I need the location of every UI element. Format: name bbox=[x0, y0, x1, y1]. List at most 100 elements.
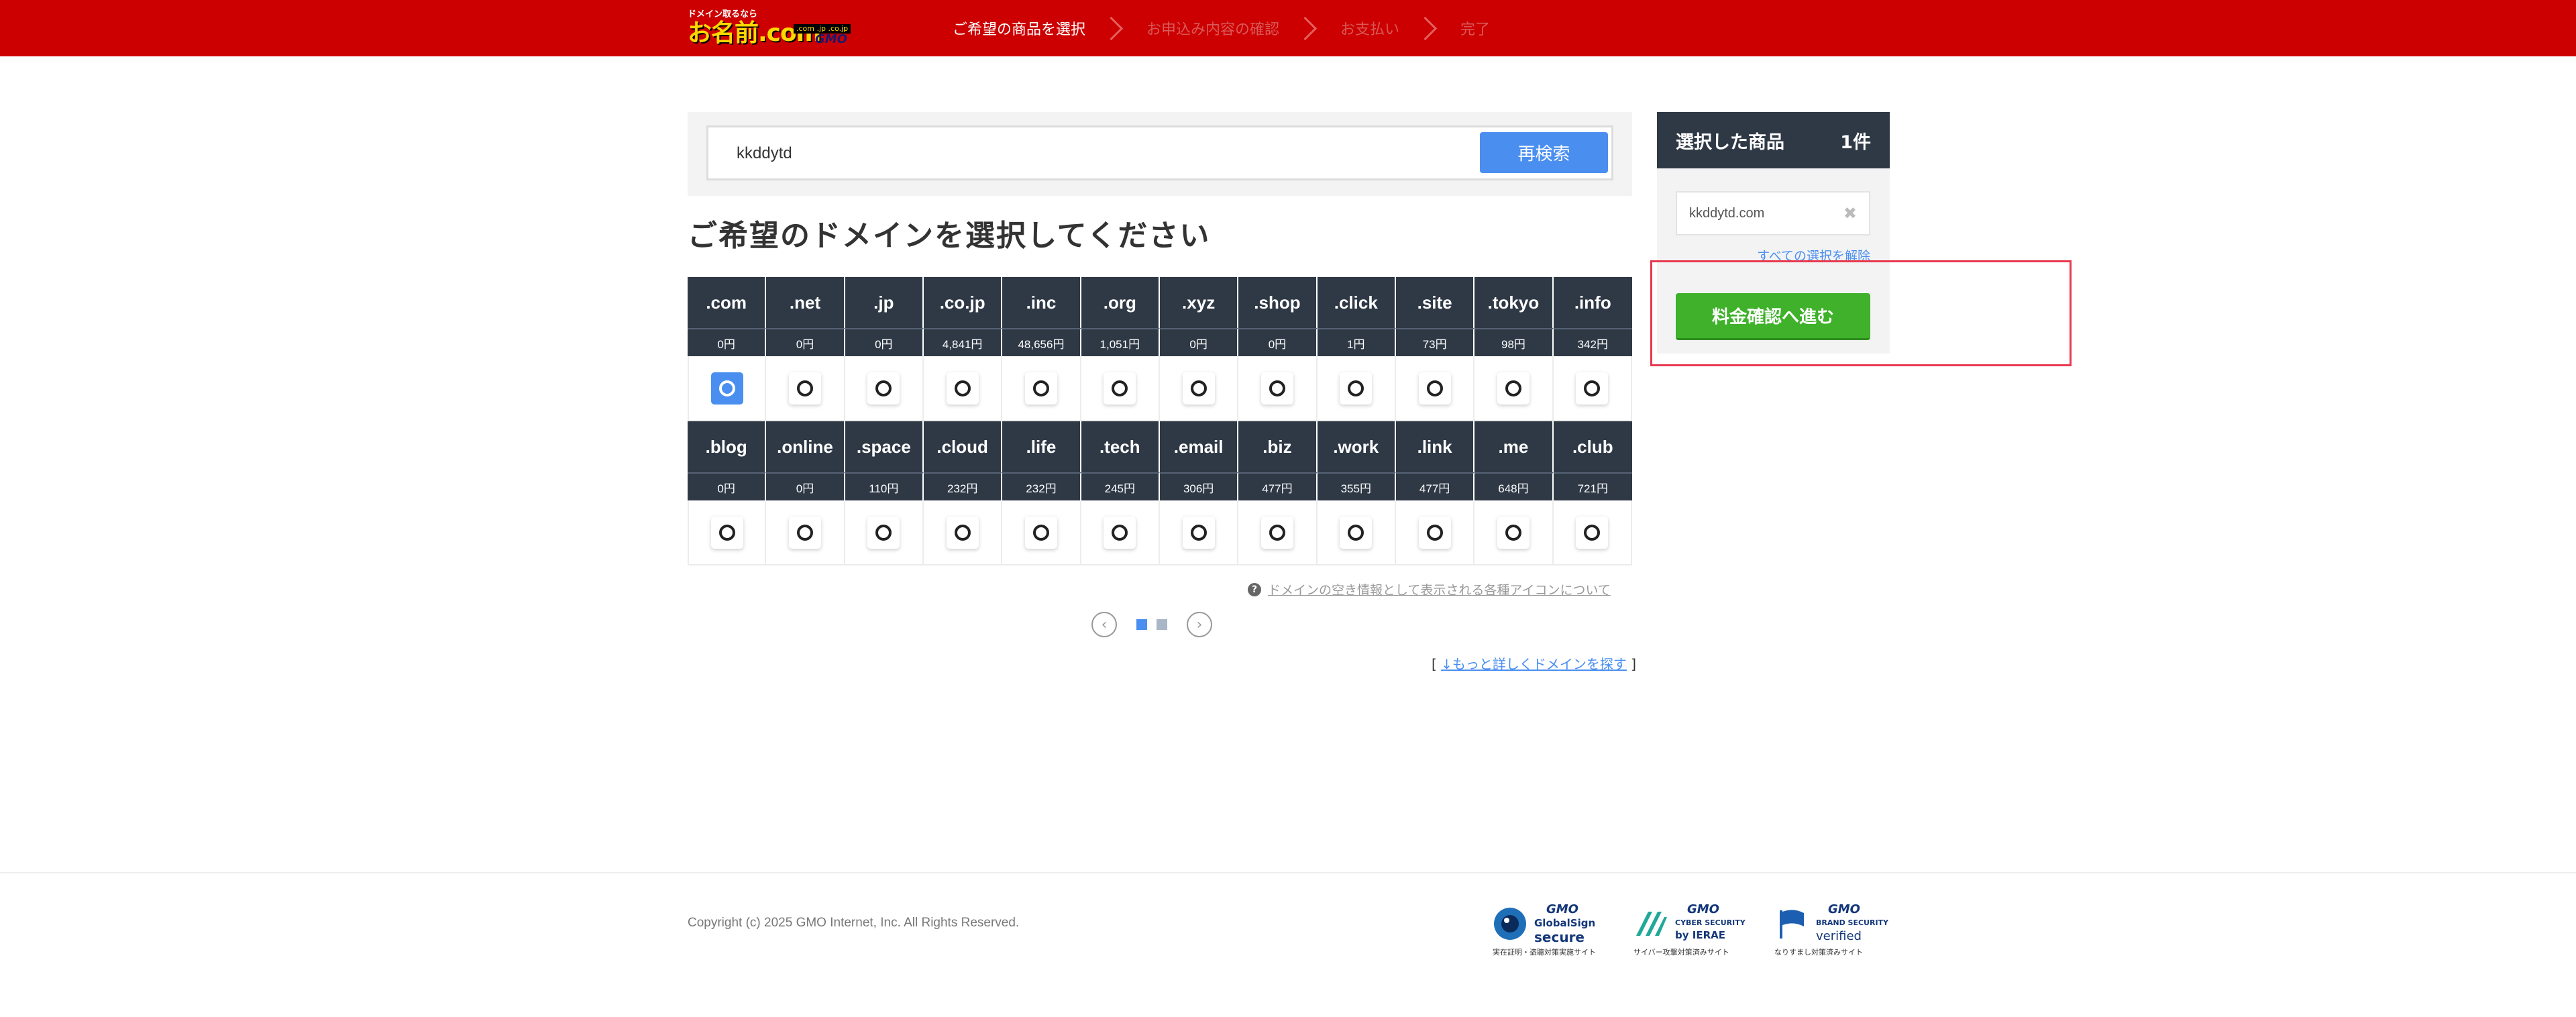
available-circle-icon bbox=[875, 380, 892, 396]
tld-price: 48,656円 bbox=[1002, 328, 1081, 356]
cyber-security-badge[interactable]: GMO CYBER SECURITY by IERAE サイバー攻撃対策済みサイ… bbox=[1633, 902, 1754, 960]
tld-select-checkbox[interactable] bbox=[1340, 516, 1373, 549]
badge-line2: by IERAE bbox=[1675, 929, 1725, 941]
tld-pager: ‹ › bbox=[1091, 612, 1212, 637]
badge-caption: サイバー攻撃対策済みサイト bbox=[1633, 948, 1729, 957]
available-circle-icon bbox=[875, 524, 892, 541]
tld-select-checkbox[interactable] bbox=[1576, 516, 1609, 549]
help-link-text: ドメインの空き情報として表示される各種アイコンについて bbox=[1268, 583, 1611, 598]
tld-select-checkbox[interactable] bbox=[1260, 372, 1293, 405]
pager-prev-button[interactable]: ‹ bbox=[1091, 612, 1117, 637]
tld-name-row: .com .net .jp .co.jp .inc .org .xyz .shop .click… bbox=[688, 277, 1632, 328]
tld-name: .jp bbox=[845, 277, 924, 328]
tld-select-checkbox[interactable] bbox=[867, 516, 900, 549]
research-button[interactable]: 再検索 bbox=[1480, 132, 1608, 173]
footer-divider bbox=[0, 872, 2576, 873]
tld-price: 0円 bbox=[1159, 328, 1239, 356]
tld-price: 1円 bbox=[1317, 328, 1396, 356]
cart-title: 選択した商品 bbox=[1676, 131, 1784, 153]
chevron-right-icon bbox=[1293, 16, 1318, 40]
available-circle-icon bbox=[1112, 524, 1128, 541]
copyright-text: Copyright (c) 2025 GMO Internet, Inc. Al… bbox=[688, 916, 1020, 930]
tld-select-checkbox[interactable] bbox=[1024, 372, 1057, 405]
tld-check-cell bbox=[1317, 500, 1396, 566]
brand-security-badge[interactable]: GMO BRAND SECURITY verified なりすまし対策済みサイト bbox=[1774, 902, 1895, 960]
tld-price: 73円 bbox=[1395, 328, 1475, 356]
available-circle-icon bbox=[718, 380, 735, 396]
tld-select-checkbox[interactable] bbox=[710, 372, 743, 405]
tld-name: .online bbox=[766, 421, 845, 472]
tld-select-checkbox[interactable] bbox=[1260, 516, 1293, 549]
question-icon: ? bbox=[1248, 582, 1261, 596]
globalsign-badge[interactable]: GMO GlobalSign secure 実在証明・盗聴対策実施サイト bbox=[1493, 902, 1613, 960]
tld-select-checkbox[interactable] bbox=[788, 372, 821, 405]
highlight-box bbox=[1650, 260, 2072, 366]
tld-name: .tokyo bbox=[1474, 277, 1554, 328]
tld-price: 342円 bbox=[1553, 328, 1632, 356]
tld-select-checkbox[interactable] bbox=[1497, 516, 1529, 549]
tld-name: .club bbox=[1553, 421, 1632, 472]
tld-check-cell bbox=[1081, 500, 1160, 566]
tld-select-checkbox[interactable] bbox=[867, 372, 900, 405]
tld-check-cell bbox=[1238, 500, 1318, 566]
tld-price: 477円 bbox=[1395, 472, 1475, 500]
tld-select-checkbox[interactable] bbox=[1340, 372, 1373, 405]
available-circle-icon bbox=[1190, 524, 1207, 541]
badge-caption: 実在証明・盗聴対策実施サイト bbox=[1493, 948, 1596, 957]
pager-dot[interactable] bbox=[1136, 619, 1147, 630]
bracket-open: [ bbox=[1432, 656, 1437, 672]
step-confirm-order: お申込み内容の確認 bbox=[1146, 16, 1340, 40]
badge-line1: GlobalSign bbox=[1534, 917, 1596, 929]
tld-name: .inc bbox=[1002, 277, 1081, 328]
tld-select-checkbox[interactable] bbox=[946, 516, 979, 549]
tld-select-checkbox[interactable] bbox=[788, 516, 821, 549]
tld-name: .click bbox=[1317, 277, 1396, 328]
logo-tagline: ドメイン取るなら bbox=[688, 9, 758, 19]
tld-name: .co.jp bbox=[923, 277, 1003, 328]
tld-check-cell bbox=[845, 356, 924, 421]
available-circle-icon bbox=[1032, 524, 1049, 541]
tld-check-cell bbox=[766, 500, 845, 566]
tld-price-row: 0円 0円 110円 232円 232円 245円 306円 477円 355円 477円 648円… bbox=[688, 472, 1632, 500]
badge-line1: CYBER SECURITY bbox=[1675, 918, 1746, 927]
tld-name: .life bbox=[1002, 421, 1081, 472]
tld-select-checkbox[interactable] bbox=[1104, 516, 1136, 549]
tld-select-checkbox[interactable] bbox=[1024, 516, 1057, 549]
tld-price-row: 0円 0円 0円 4,841円 48,656円 1,051円 0円 0円 1円 73円 98円 342… bbox=[688, 328, 1632, 356]
onamae-logo[interactable]: ドメイン取るなら お名前.com .com .jp .co.jp GMO bbox=[688, 9, 859, 47]
tld-select-checkbox[interactable] bbox=[1418, 372, 1451, 405]
remove-item-icon[interactable]: ✖ bbox=[1843, 204, 1857, 223]
progress-steps: ご希望の商品を選択 お申込み内容の確認 お支払い 完了 bbox=[953, 0, 1490, 56]
tld-price: 232円 bbox=[923, 472, 1003, 500]
tld-select-checkbox[interactable] bbox=[1104, 372, 1136, 405]
available-circle-icon bbox=[1032, 380, 1049, 396]
tld-price: 98円 bbox=[1474, 328, 1554, 356]
tld-select-checkbox[interactable] bbox=[1576, 372, 1609, 405]
tld-select-checkbox[interactable] bbox=[1497, 372, 1529, 405]
available-circle-icon bbox=[954, 524, 971, 541]
available-circle-icon bbox=[1426, 380, 1443, 396]
tld-select-checkbox[interactable] bbox=[1182, 516, 1215, 549]
tld-check-row bbox=[688, 356, 1632, 421]
tld-select-checkbox[interactable] bbox=[710, 516, 743, 549]
tld-check-cell bbox=[1395, 500, 1475, 566]
available-circle-icon bbox=[1584, 524, 1601, 541]
tld-check-row bbox=[688, 500, 1632, 566]
search-panel: 再検索 bbox=[688, 112, 1632, 196]
tld-select-checkbox[interactable] bbox=[946, 372, 979, 405]
available-circle-icon bbox=[954, 380, 971, 396]
pager-next-button[interactable]: › bbox=[1187, 612, 1212, 637]
tld-select-checkbox[interactable] bbox=[1418, 516, 1451, 549]
domain-icon-help-link[interactable]: ? ドメインの空き情報として表示される各種アイコンについて bbox=[1248, 580, 1611, 598]
domain-search-input[interactable] bbox=[735, 127, 1409, 180]
tld-price: 245円 bbox=[1081, 472, 1160, 500]
tld-check-cell bbox=[766, 356, 845, 421]
pager-dot[interactable] bbox=[1157, 619, 1167, 630]
tld-name: .org bbox=[1081, 277, 1160, 328]
tld-price: 0円 bbox=[688, 472, 767, 500]
tld-select-checkbox[interactable] bbox=[1182, 372, 1215, 405]
more-domain-search-link[interactable]: [ ↓もっと詳しくドメインを探す ] bbox=[1432, 653, 1636, 673]
cart-item: kkddytd.com ✖ bbox=[1676, 191, 1870, 235]
tld-check-cell bbox=[688, 500, 767, 566]
tld-name: .net bbox=[766, 277, 845, 328]
